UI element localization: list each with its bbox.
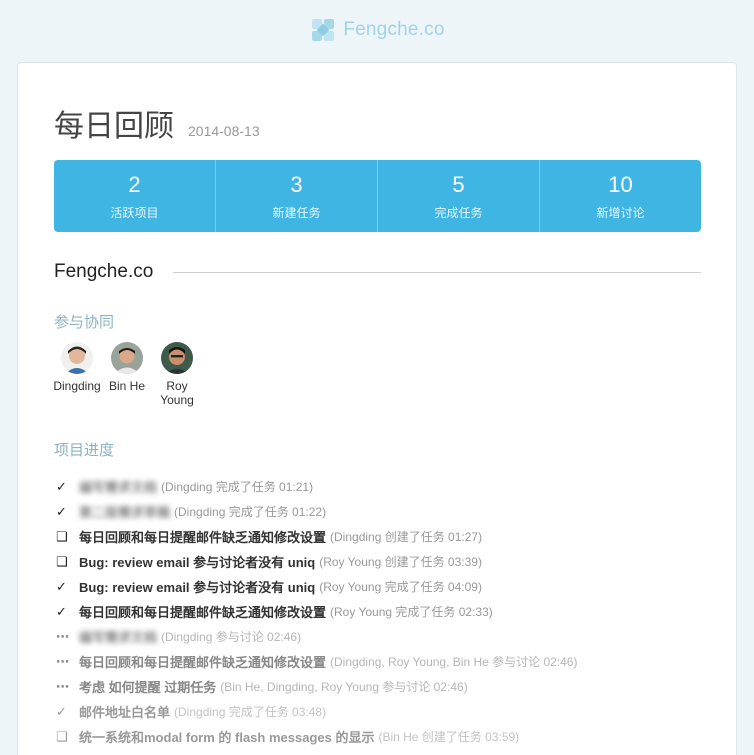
task-link[interactable]: 编写需求文档 (79, 477, 157, 496)
list-item: ✓ 第二版需求草稿 (Dingding 完成了任务 01:22) (56, 499, 716, 524)
stat-value: 5 (452, 171, 465, 197)
ellipsis-icon: ⋯ (56, 628, 69, 644)
check-icon: ✓ (56, 703, 67, 719)
collaborator-roy-young[interactable]: Roy Young (152, 342, 202, 407)
brand-header: Fengche.co (0, 14, 754, 46)
task-link[interactable]: 统一系统和modal form 的 flash messages 的显示 (79, 727, 374, 746)
checkbox-icon: ❑ (56, 728, 68, 744)
stats-bar: 2 活跃项目 3 新建任务 5 完成任务 10 新增讨论 (54, 160, 701, 232)
activity-meta: (Dingding 创建了任务 01:27) (330, 530, 483, 544)
stat-new-tasks: 3 新建任务 (216, 160, 378, 232)
list-item: ⋯ 考虑 如何提醒 过期任务 (Bin He, Dingding, Roy Yo… (56, 674, 716, 699)
avatar (111, 342, 143, 374)
stat-new-discussions: 10 新增讨论 (540, 160, 701, 232)
check-icon: ✓ (56, 578, 67, 594)
ellipsis-icon: ⋯ (56, 653, 69, 669)
check-icon: ✓ (56, 478, 67, 494)
brand-name[interactable]: Fengche.co (343, 19, 444, 41)
task-link[interactable]: 编写需求文档 (79, 627, 157, 646)
task-link[interactable]: 邮件地址白名单 (79, 702, 170, 721)
stat-active-projects: 2 活跃项目 (54, 160, 216, 232)
task-link[interactable]: 每日回顾和每日提醒邮件缺乏通知修改设置 (79, 602, 326, 621)
ellipsis-icon: ⋯ (56, 678, 69, 694)
check-icon: ✓ (56, 603, 67, 619)
activity-meta: (Dingding, Roy Young, Bin He 参与讨论 02:46) (330, 655, 578, 669)
activity-meta: (Roy Young 创建了任务 03:39) (319, 555, 482, 569)
project-header: Fengche.co (54, 261, 701, 283)
checkbox-icon: ❑ (56, 528, 68, 544)
activity-meta: (Dingding 完成了任务 01:22) (174, 505, 327, 519)
collaborator-list: Dingding Bin He Roy Young (52, 342, 202, 407)
collaborator-dingding[interactable]: Dingding (52, 342, 102, 407)
check-icon: ✓ (56, 503, 67, 519)
list-item: ❑ Bug: review email 参与讨论者没有 uniq (Roy Yo… (56, 549, 716, 574)
review-card: 每日回顾 2014-08-13 2 活跃项目 3 新建任务 5 完成任务 10 … (17, 62, 737, 755)
collaborator-name: Roy Young (160, 379, 194, 407)
stat-label: 新增讨论 (596, 205, 645, 220)
pinwheel-icon (312, 19, 335, 41)
list-item: ❑ 每日回顾和每日提醒邮件缺乏通知修改设置 (Dingding 创建了任务 01… (56, 524, 716, 549)
stat-label: 完成任务 (434, 205, 483, 220)
avatar (61, 342, 93, 374)
stat-completed-tasks: 5 完成任务 (378, 160, 540, 232)
project-name[interactable]: Fengche.co (54, 261, 153, 283)
list-item: ✓ 编写需求文档 (Dingding 完成了任务 01:21) (56, 474, 716, 499)
title-row: 每日回顾 2014-08-13 (54, 101, 260, 145)
list-item: ⋯ 每日回顾和每日提醒邮件缺乏通知修改设置 (Dingding, Roy You… (56, 649, 716, 674)
collaborator-name: Dingding (53, 379, 101, 393)
divider (173, 271, 701, 273)
progress-list: ✓ 编写需求文档 (Dingding 完成了任务 01:21) ✓ 第二版需求草… (56, 474, 716, 749)
collaboration-title: 参与协同 (54, 314, 115, 331)
activity-meta: (Dingding 完成了任务 01:21) (161, 480, 314, 494)
page-date: 2014-08-13 (188, 123, 260, 139)
list-item: ⋯ 编写需求文档 (Dingding 参与讨论 02:46) (56, 624, 716, 649)
avatar (161, 342, 193, 374)
activity-meta: (Dingding 参与讨论 02:46) (161, 630, 302, 644)
task-link[interactable]: 第二版需求草稿 (79, 502, 170, 521)
activity-meta: (Dingding 完成了任务 03:48) (174, 705, 327, 719)
stat-label: 活跃项目 (110, 205, 159, 220)
stat-label: 新建任务 (272, 205, 321, 220)
stat-value: 3 (290, 171, 303, 197)
list-item: ✓ 邮件地址白名单 (Dingding 完成了任务 03:48) (56, 699, 716, 724)
progress-title: 项目进度 (54, 442, 115, 459)
collaborator-bin-he[interactable]: Bin He (102, 342, 152, 407)
task-link[interactable]: Bug: review email 参与讨论者没有 uniq (79, 552, 315, 571)
page-title: 每日回顾 (54, 110, 174, 143)
list-item: ❑ 统一系统和modal form 的 flash messages 的显示 (… (56, 724, 716, 749)
checkbox-icon: ❑ (56, 553, 68, 569)
task-link[interactable]: 每日回顾和每日提醒邮件缺乏通知修改设置 (79, 652, 326, 671)
stat-value: 2 (128, 171, 141, 197)
list-item: ✓ Bug: review email 参与讨论者没有 uniq (Roy Yo… (56, 574, 716, 599)
activity-meta: (Bin He 创建了任务 03:59) (378, 730, 520, 744)
list-item: ✓ 每日回顾和每日提醒邮件缺乏通知修改设置 (Roy Young 完成了任务 0… (56, 599, 716, 624)
activity-meta: (Roy Young 完成了任务 02:33) (330, 605, 493, 619)
task-link[interactable]: Bug: review email 参与讨论者没有 uniq (79, 577, 315, 596)
activity-meta: (Roy Young 完成了任务 04:09) (319, 580, 482, 594)
task-link[interactable]: 每日回顾和每日提醒邮件缺乏通知修改设置 (79, 527, 326, 546)
task-link[interactable]: 考虑 如何提醒 过期任务 (79, 677, 216, 696)
collaborator-name: Bin He (108, 379, 146, 393)
activity-meta: (Bin He, Dingding, Roy Young 参与讨论 02:46) (220, 680, 468, 694)
stat-value: 10 (608, 171, 633, 197)
